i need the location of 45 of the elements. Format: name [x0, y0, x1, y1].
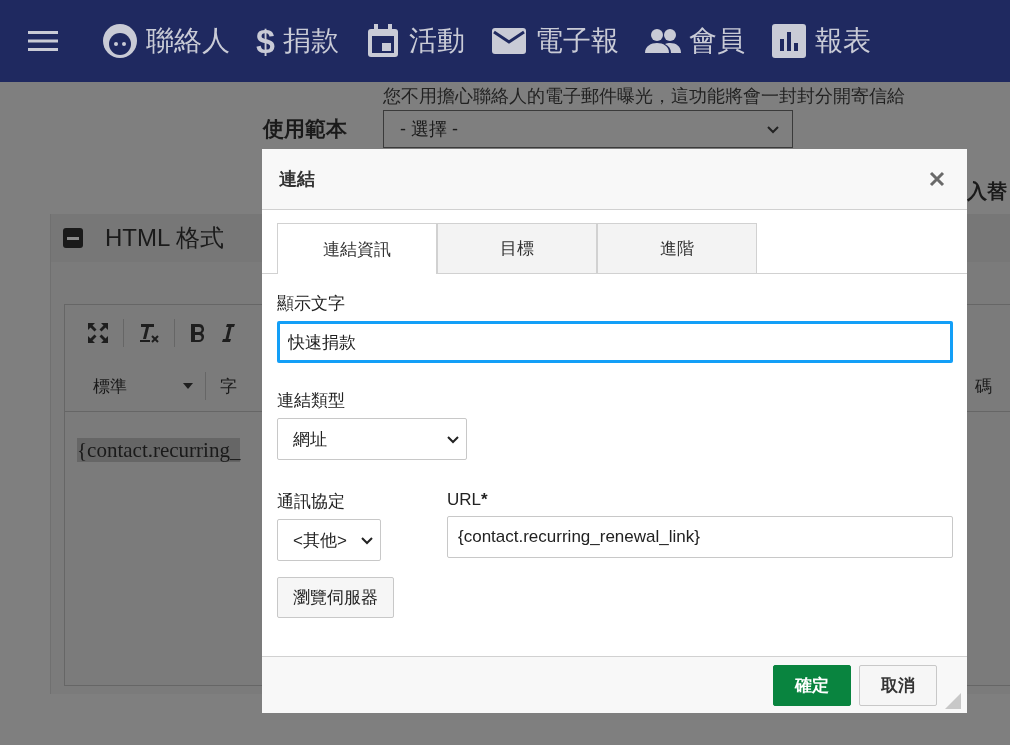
nav-link[interactable]: 會員 — [688, 22, 745, 60]
chevron-icon — [360, 534, 374, 546]
nav-link[interactable]: 活動 — [408, 22, 465, 60]
nav-link[interactable]: 捐款 — [282, 22, 339, 60]
field-label: URL — [447, 490, 481, 510]
menu-icon[interactable] — [28, 29, 58, 53]
required-mark: * — [481, 490, 488, 510]
editor-text: {contact.recurring_ — [77, 438, 241, 462]
format-dropdown[interactable]: 標準 — [87, 374, 193, 398]
bar-chart-icon — [770, 23, 807, 59]
section-title: HTML 格式 — [105, 223, 225, 253]
close-icon[interactable] — [929, 171, 945, 187]
field-label: 顯示文字 — [277, 293, 346, 315]
nav-link[interactable]: 聯絡人 — [146, 22, 230, 60]
field-label: 使用範本 — [263, 116, 348, 142]
url-input[interactable]: {contact.recurring_renewal_link} — [447, 516, 953, 558]
field-label: 連結類型 — [277, 390, 346, 412]
hint-text: 您不用擔心聯絡人的電子郵件曝光，這功能將會一封封分開寄信給 — [383, 85, 906, 106]
template-select[interactable]: - 選擇 - — [383, 110, 793, 148]
chevron-icon — [446, 433, 460, 445]
toolbar-label[interactable]: 碼 — [975, 374, 992, 398]
dialog-title: 連結 — [279, 168, 315, 191]
tab[interactable]: 進階 — [597, 223, 757, 273]
field-label: 通訊協定 — [277, 491, 346, 513]
collapse-icon[interactable] — [63, 228, 83, 248]
italic-icon[interactable] — [221, 322, 235, 344]
browse-server-button[interactable]: 瀏覽伺服器 — [277, 577, 394, 618]
caret-icon — [183, 383, 193, 389]
face-icon — [102, 23, 138, 59]
maximize-icon[interactable] — [87, 322, 109, 344]
text-input[interactable]: 快速捐款 — [277, 321, 953, 363]
clear-format-icon[interactable] — [138, 322, 160, 344]
nav-link[interactable]: 電子報 — [534, 22, 619, 60]
select-field[interactable]: 網址 — [277, 418, 467, 460]
ok-button[interactable]: 確定 — [773, 664, 851, 706]
font-dropdown[interactable]: 字 — [220, 374, 237, 398]
cancel-button[interactable]: 取消 — [859, 664, 937, 706]
select-field[interactable]: <其他> — [277, 519, 381, 561]
chevron-icon — [766, 123, 780, 135]
field-label: 入替 — [967, 179, 1008, 204]
tab[interactable]: 連結資訊 — [277, 223, 437, 274]
tab[interactable]: 目標 — [437, 223, 597, 273]
nav-link[interactable]: 報表 — [814, 22, 871, 60]
bold-icon[interactable] — [189, 322, 207, 344]
dollar-icon: $ — [256, 21, 275, 61]
